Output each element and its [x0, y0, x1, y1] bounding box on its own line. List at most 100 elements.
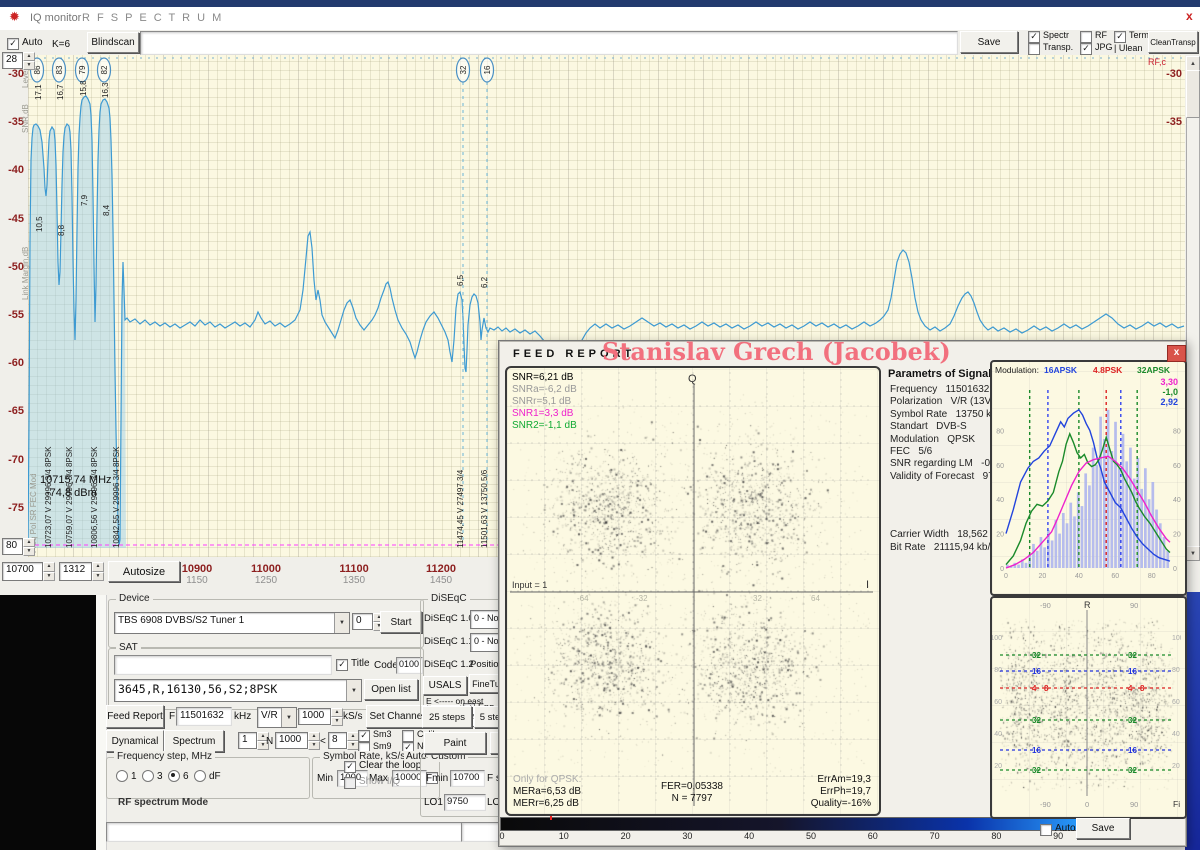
cleantransp-button[interactable]: CleanTransp: [1148, 31, 1198, 53]
fmin-field[interactable]: 10700: [450, 770, 485, 787]
svg-text:-90: -90: [1040, 601, 1051, 610]
svg-text:20: 20: [1172, 763, 1180, 770]
code-field[interactable]: 0100: [396, 657, 423, 674]
stat-line: Quality=-16%: [789, 798, 871, 810]
feed-report-button[interactable]: Feed Report: [106, 705, 164, 728]
stat-line: MERr=6,25 dB: [513, 798, 581, 810]
autosize-button[interactable]: Autosize: [108, 561, 180, 582]
n1-spinner[interactable]: 1▲▼: [238, 732, 269, 749]
svg-text:Fi: Fi: [1173, 799, 1180, 809]
scroll-down-button[interactable]: ▼: [1186, 546, 1200, 561]
show-iq-checkbox[interactable]: ✓Show I/Q: [344, 776, 400, 789]
constellation-stats-right: ErrAm=19,3ErrPh=19,7Quality=-16%: [789, 774, 871, 810]
usals-button[interactable]: USALS: [423, 676, 467, 695]
quality-gradient-bar: [500, 817, 1124, 831]
svg-text:100: 100: [1172, 635, 1181, 642]
start-button[interactable]: Start: [380, 611, 422, 633]
transp-checkbox[interactable]: ✓Transp.: [1028, 42, 1073, 55]
open-list-button[interactable]: Open list: [364, 679, 418, 700]
n3-spinner[interactable]: 8▲▼: [328, 732, 359, 749]
scroll-thumb[interactable]: [1186, 70, 1200, 118]
blindscan-button[interactable]: Blindscan: [87, 32, 139, 53]
set-channel-button[interactable]: Set Channel: [366, 705, 428, 728]
svg-text:79: 79: [78, 65, 87, 74]
scroll-up-button[interactable]: ▲: [1186, 56, 1200, 71]
feed-report-close-icon[interactable]: x: [1167, 345, 1186, 362]
spectrum-button[interactable]: Spectrum: [164, 730, 224, 752]
transponder-select[interactable]: 3645,R,16130,56,S2;8PSK▼: [114, 679, 362, 702]
svg-text:100: 100: [992, 635, 1002, 642]
application-window: ✹ IQ monitor R F S P E C T R U M x ✓Auto…: [0, 0, 1200, 850]
constellation-stats-center: FER=0,05338N = 7797: [627, 781, 757, 805]
svg-text:80: 80: [996, 428, 1004, 435]
step-3-radio[interactable]: 3: [142, 770, 163, 782]
svg-text:0: 0: [1085, 800, 1089, 809]
svg-text:40: 40: [1172, 731, 1180, 738]
toolbar: ✓Auto K=6 Blindscan Eutelsat 10A 10°0E @…: [0, 30, 1200, 55]
svg-text:-90: -90: [1040, 800, 1051, 809]
jpg-checkbox[interactable]: ✓JPG: [1080, 42, 1113, 55]
stat-line: SNRa=-6,2 dB: [512, 384, 577, 396]
svg-text:32: 32: [1128, 766, 1137, 775]
quality-scale-tick: 60: [868, 831, 878, 841]
db-bottom-spinner[interactable]: 80▲▼: [2, 538, 35, 555]
polarization-select[interactable]: V/R▼: [257, 707, 297, 728]
sat-name-field[interactable]: Eutelsat 10A: [114, 655, 332, 675]
phase-amplitude-axes: R-9090-90090Fi10010080806060404020203232…: [992, 598, 1181, 813]
svg-text:20: 20: [996, 532, 1004, 539]
save-button[interactable]: Save: [960, 31, 1018, 53]
title-checkbox[interactable]: ✓Title: [336, 658, 370, 671]
steps25-button[interactable]: 25 steps: [422, 706, 472, 728]
step-1-radio[interactable]: 1: [116, 770, 137, 782]
khz-label: kHz: [234, 711, 251, 722]
device-select[interactable]: TBS 6908 DVBS/S2 Tuner 1▼: [114, 612, 350, 634]
svg-text:16: 16: [1032, 746, 1041, 755]
lo1-field[interactable]: 9750: [444, 794, 486, 811]
paint-button[interactable]: Paint: [424, 732, 486, 754]
svg-text:64: 64: [811, 594, 820, 603]
auto-save-checkbox[interactable]: ✓Auto: [1040, 823, 1076, 836]
phase-amplitude-panel: R-9090-90090Fi10010080806060404020203232…: [990, 596, 1187, 819]
window-save-button[interactable]: Save: [1076, 818, 1130, 839]
svg-text:32: 32: [1032, 766, 1041, 775]
db-top-spinner[interactable]: 28▲▼: [2, 52, 35, 69]
dynamical-button[interactable]: Dynamical: [106, 730, 164, 752]
quality-scale-tick: 80: [991, 831, 1001, 841]
symbolrate-spinner[interactable]: 1000▲▼: [298, 708, 343, 725]
app-title: IQ monitor: [30, 12, 81, 24]
step-6-radio[interactable]: 6: [168, 770, 189, 782]
svg-text:60: 60: [1173, 463, 1181, 470]
auto-checkbox[interactable]: ✓Auto: [7, 37, 43, 50]
n2-spinner[interactable]: 1000▲▼: [275, 732, 320, 749]
svg-text:20: 20: [1039, 573, 1047, 580]
span-spinner[interactable]: 1312▲▼: [59, 562, 104, 581]
svg-text:16: 16: [1128, 746, 1137, 755]
status-search-field: Last searching at 11501,6MHz V/R 13V Fin…: [106, 822, 462, 842]
step-df-radio[interactable]: dF: [194, 770, 221, 782]
svg-text:32: 32: [1128, 651, 1137, 660]
svg-text:40: 40: [1173, 497, 1181, 504]
svg-text:Q: Q: [688, 373, 697, 385]
window-top-border: [0, 0, 1200, 7]
svg-text:8: 8: [1140, 684, 1145, 693]
svg-text:4.8PSK: 4.8PSK: [1093, 365, 1123, 375]
svg-text:60: 60: [994, 699, 1002, 706]
svg-text:0: 0: [1173, 566, 1177, 573]
close-icon[interactable]: x: [1186, 9, 1193, 23]
svg-text:4: 4: [1032, 684, 1037, 693]
svg-text:32: 32: [753, 594, 762, 603]
fmin-spinner[interactable]: 10700▲▼: [2, 562, 55, 581]
clear-the-loop-checkbox[interactable]: ✓Clear the loop: [344, 760, 421, 773]
svg-text:4: 4: [1128, 684, 1133, 693]
svg-text:3,30: 3,30: [1160, 377, 1178, 387]
stat-line: N = 7797: [627, 793, 757, 805]
frequency-field[interactable]: 11501632: [176, 707, 232, 726]
diseqc12-label: DiSEqC 1.2: [424, 659, 474, 670]
stat-line: SNR1=3,3 dB: [512, 408, 577, 420]
svg-text:80: 80: [1148, 573, 1156, 580]
svg-text:20: 20: [1173, 532, 1181, 539]
vertical-scrollbar[interactable]: [1186, 56, 1200, 561]
svg-text:0: 0: [1004, 573, 1008, 580]
svg-text:90: 90: [1130, 601, 1138, 610]
frequency-step-legend: Frequency step, MHz: [114, 751, 215, 762]
